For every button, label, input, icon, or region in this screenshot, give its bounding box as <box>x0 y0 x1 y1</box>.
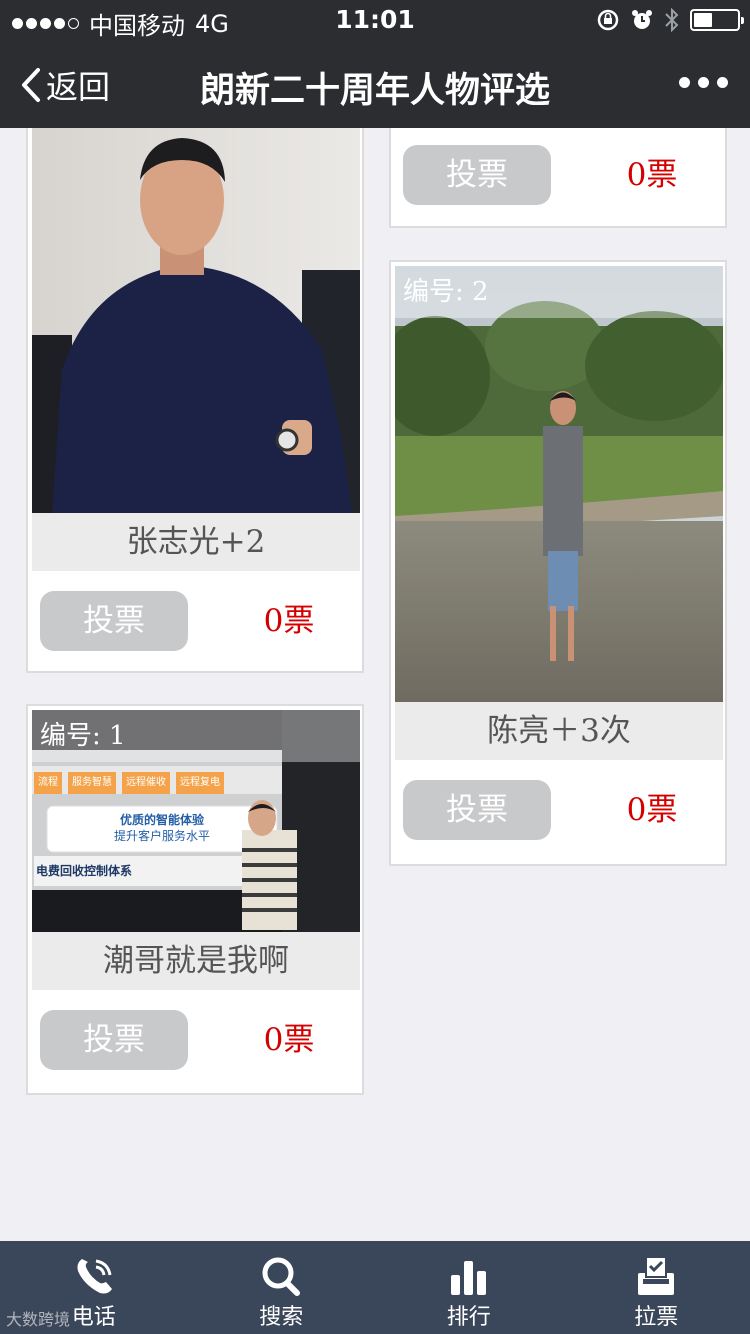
more-menu-button[interactable] <box>679 77 728 88</box>
vote-button[interactable]: 投票 <box>40 1010 188 1070</box>
bottom-tab-bar: 电话 搜索 排行 拉票 <box>0 1241 750 1334</box>
phone-icon <box>77 1259 112 1294</box>
search-icon <box>262 1257 301 1296</box>
more-dot-icon <box>717 77 728 88</box>
candidate-card: 张志光+2 投票 0票 <box>26 128 364 673</box>
tab-label: 排行 <box>446 1305 491 1330</box>
vote-count: 0票 <box>263 603 315 639</box>
candidate-card: 投票 0票 <box>389 128 727 228</box>
vote-button[interactable]: 投票 <box>40 591 188 651</box>
slide-headline: 优质的智能体验 提升客户服务水平 <box>52 812 272 844</box>
bluetooth-icon <box>665 7 679 33</box>
slide-caption: 电费回收控制体系 <box>36 864 133 878</box>
candidate-photo[interactable]: 编号: 2 <box>395 266 723 706</box>
ballot-box-icon <box>638 1256 675 1295</box>
candidate-number-badge: 编号: 1 <box>32 710 360 762</box>
slide-line: 优质的智能体验 <box>119 813 204 827</box>
bar-chart-icon <box>450 1261 486 1295</box>
vote-count: 0票 <box>263 1022 315 1058</box>
slide-line: 提升客户服务水平 <box>113 829 210 843</box>
alarm-icon <box>632 10 652 29</box>
more-dot-icon <box>679 77 690 88</box>
nav-bar: 返回 朗新二十周年人物评选 <box>0 40 750 128</box>
status-right <box>596 7 744 33</box>
more-dot-icon <box>698 77 709 88</box>
slide-tab-label: 远程催收 <box>122 772 170 794</box>
candidate-number-badge: 编号: 2 <box>395 266 723 318</box>
vote-count: 0票 <box>626 792 678 828</box>
rotation-lock-icon <box>597 9 619 31</box>
slide-tab-label: 服务智慧 <box>68 772 116 794</box>
candidate-card: 编号: 2 陈亮＋3次 投票 0票 <box>389 260 727 866</box>
slide-tab-label: 远程复电 <box>176 772 224 794</box>
vote-button[interactable]: 投票 <box>403 145 551 205</box>
status-bar: 中国移动 4G 11:01 <box>0 0 750 40</box>
vote-count: 0票 <box>626 157 678 193</box>
candidate-photo[interactable]: 流程 服务智慧 远程催收 远程复电 优质的智能体验 提升客户服务水平 电费回收控… <box>32 710 360 932</box>
candidate-card: 流程 服务智慧 远程催收 远程复电 优质的智能体验 提升客户服务水平 电费回收控… <box>26 704 364 1095</box>
page-title: 朗新二十周年人物评选 <box>199 71 550 111</box>
candidate-name: 张志光+2 <box>32 513 360 571</box>
slide-tabs: 流程 服务智慧 远程催收 远程复电 <box>32 772 282 796</box>
candidate-list[interactable]: 张志光+2 投票 0票 投票 0票 编号: 2 陈亮＋3次 投票 0票 流程 服… <box>0 128 750 1241</box>
watermark: 大数跨境 <box>6 1310 71 1329</box>
tab-ranking[interactable]: 排行 <box>375 1241 563 1334</box>
tab-canvass[interactable]: 拉票 <box>563 1241 750 1334</box>
tab-label: 搜索 <box>259 1305 304 1330</box>
portrait-image <box>32 128 360 513</box>
candidate-name: 潮哥就是我啊 <box>32 932 360 990</box>
slide-tab-label: 流程 <box>34 772 62 794</box>
battery-icon <box>690 9 744 31</box>
vote-button[interactable]: 投票 <box>403 780 551 840</box>
tab-search[interactable]: 搜索 <box>188 1241 376 1334</box>
candidate-photo[interactable] <box>32 128 360 513</box>
candidate-name: 陈亮＋3次 <box>395 702 723 760</box>
lakeside-photo-image <box>395 266 723 706</box>
tab-label: 拉票 <box>634 1305 679 1330</box>
